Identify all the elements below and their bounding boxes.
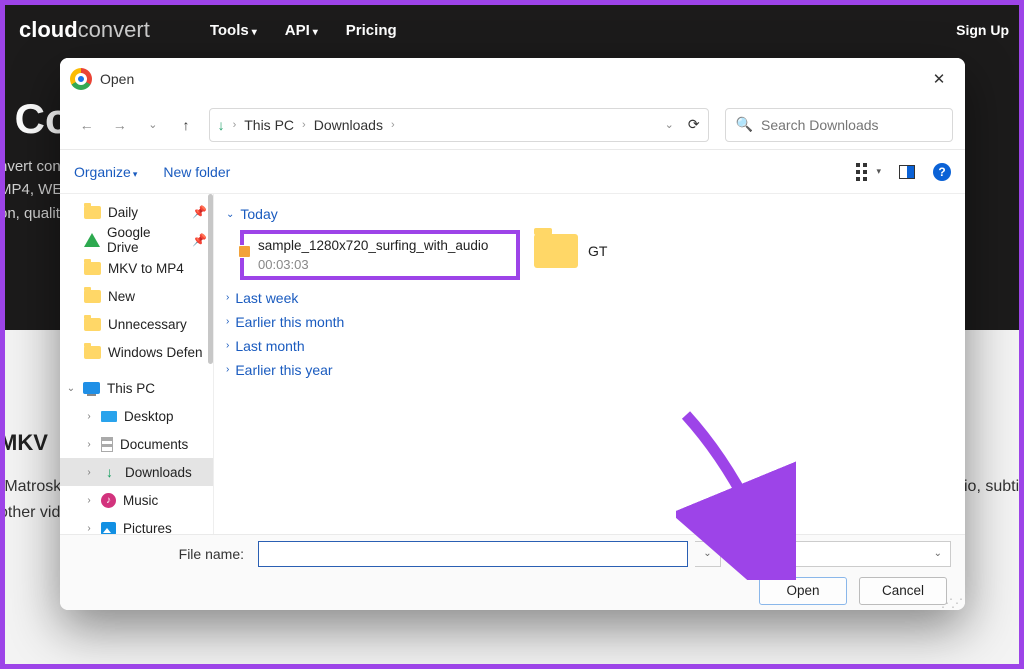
pin-icon: 📌	[192, 233, 207, 247]
signup-link[interactable]: Sign Up	[956, 22, 1019, 38]
folder-icon	[84, 206, 101, 219]
chevron-right-icon: ›	[302, 119, 306, 131]
folder-tree[interactable]: Daily📌 Google Drive📌 MKV to MP4 New Unne…	[60, 194, 214, 534]
chevron-right-icon: ›	[84, 467, 94, 478]
help-icon[interactable]: ?	[933, 163, 951, 181]
chevron-right-icon: ›	[233, 119, 237, 131]
tree-item-unnecessary[interactable]: Unnecessary	[60, 310, 213, 338]
shield-icon	[238, 245, 251, 258]
downloads-icon: ↓	[101, 464, 118, 480]
chevron-right-icon: ›	[84, 523, 94, 534]
open-button[interactable]: Open	[759, 577, 847, 605]
address-bar[interactable]: ↓ › This PC › Downloads › ⌄ ⟳	[209, 108, 709, 142]
music-icon	[101, 493, 116, 508]
document-icon	[101, 437, 113, 452]
folder-label: GT	[588, 243, 607, 259]
nav-back-icon[interactable]: ←	[72, 110, 101, 140]
tree-item-documents[interactable]: ›Documents	[60, 430, 213, 458]
new-folder-button[interactable]: New folder	[163, 164, 230, 180]
group-last-week[interactable]: ›Last week	[226, 290, 953, 306]
chrome-icon	[70, 68, 92, 90]
menu-api[interactable]: API▾	[285, 22, 318, 39]
search-icon: 🔍	[736, 116, 753, 133]
folder-icon	[84, 346, 101, 359]
folder-icon	[84, 318, 101, 331]
breadcrumb-root[interactable]: This PC	[244, 117, 294, 133]
tree-item-mkv[interactable]: MKV to MP4	[60, 254, 213, 282]
group-last-month[interactable]: ›Last month	[226, 338, 953, 354]
view-mode-button[interactable]: ▾	[856, 163, 881, 181]
filename-label: File name:	[74, 546, 244, 562]
nav-forward-icon: →	[105, 110, 134, 140]
chevron-right-icon: ›	[226, 316, 229, 327]
folder-item-gt[interactable]: GT	[534, 230, 607, 268]
search-box[interactable]: 🔍	[725, 108, 953, 142]
tree-item-downloads[interactable]: ›↓Downloads	[60, 458, 213, 486]
chevron-right-icon: ›	[226, 364, 229, 375]
address-expand-icon[interactable]: ⌄	[665, 118, 674, 131]
folder-icon	[84, 262, 101, 275]
chevron-right-icon: ›	[226, 292, 229, 303]
nav-recent-icon[interactable]: ⌄	[138, 110, 167, 140]
group-earlier-month[interactable]: ›Earlier this month	[226, 314, 953, 330]
cancel-button[interactable]: Cancel	[859, 577, 947, 605]
refresh-icon[interactable]: ⟳	[688, 116, 700, 133]
tree-item-daily[interactable]: Daily📌	[60, 198, 213, 226]
tree-item-defender[interactable]: Windows Defender	[60, 338, 213, 366]
dialog-title: Open	[100, 71, 134, 87]
filename-input[interactable]	[258, 541, 688, 567]
file-duration: 00:03:03	[258, 257, 488, 272]
pictures-icon	[101, 522, 116, 535]
file-item-sample-video[interactable]: sample_1280x720_surfing_with_audio 00:03…	[240, 230, 520, 280]
file-name: sample_1280x720_surfing_with_audio	[258, 238, 488, 255]
downloads-icon: ↓	[218, 117, 225, 133]
desktop-icon	[101, 411, 117, 422]
tree-item-pictures[interactable]: ›Pictures	[60, 514, 213, 534]
preview-pane-icon[interactable]	[899, 165, 915, 179]
site-header: cloudconvert Tools▾ API▾ Pricing Sign Up	[5, 5, 1019, 55]
nav-up-icon[interactable]: ↑	[171, 110, 200, 140]
chevron-right-icon: ›	[226, 340, 229, 351]
file-list[interactable]: ⌄Today sample_1280x720_surfing_with_audi…	[214, 194, 965, 534]
file-open-dialog: Open ✕ ← → ⌄ ↑ ↓ › This PC › Downloads ›…	[60, 58, 965, 610]
organize-menu[interactable]: Organize▾	[74, 164, 137, 180]
folder-icon	[84, 290, 101, 303]
chevron-right-icon: ›	[84, 439, 94, 450]
chevron-right-icon: ›	[391, 119, 395, 131]
search-input[interactable]	[761, 117, 942, 133]
grid-icon	[856, 163, 870, 181]
close-button[interactable]: ✕	[917, 64, 961, 94]
menu-pricing[interactable]: Pricing	[346, 22, 397, 39]
main-menu: Tools▾ API▾ Pricing	[210, 22, 397, 39]
menu-tools[interactable]: Tools▾	[210, 22, 257, 39]
gdrive-icon	[84, 233, 100, 247]
dialog-titlebar[interactable]: Open ✕	[60, 58, 965, 100]
resize-grip-icon[interactable]: ⋰⋰	[941, 601, 961, 606]
folder-icon	[534, 234, 578, 268]
pc-icon	[83, 382, 100, 394]
chevron-right-icon: ›	[84, 495, 94, 506]
breadcrumb-folder[interactable]: Downloads	[314, 117, 383, 133]
group-today[interactable]: ⌄Today	[226, 206, 953, 222]
pin-icon: 📌	[192, 205, 207, 219]
filename-history-button[interactable]: ⌄	[695, 541, 721, 567]
chevron-down-icon: ⌄	[66, 383, 76, 394]
tree-item-desktop[interactable]: ›Desktop	[60, 402, 213, 430]
tree-item-gdrive[interactable]: Google Drive📌	[60, 226, 213, 254]
tree-item-music[interactable]: ›Music	[60, 486, 213, 514]
dialog-nav: ← → ⌄ ↑ ↓ › This PC › Downloads › ⌄ ⟳ 🔍	[60, 100, 965, 150]
tree-item-new[interactable]: New	[60, 282, 213, 310]
dialog-footer: File name: ⌄ es⌄ Open Cancel ⋰⋰	[60, 534, 965, 610]
filetype-select[interactable]: es⌄	[771, 541, 951, 567]
tree-item-thispc[interactable]: ⌄This PC	[60, 374, 213, 402]
chevron-right-icon: ›	[84, 411, 94, 422]
chevron-down-icon: ⌄	[226, 209, 234, 220]
brand-logo[interactable]: cloudconvert	[19, 17, 150, 43]
group-earlier-year[interactable]: ›Earlier this year	[226, 362, 953, 378]
dialog-toolbar: Organize▾ New folder ▾ ?	[60, 150, 965, 194]
